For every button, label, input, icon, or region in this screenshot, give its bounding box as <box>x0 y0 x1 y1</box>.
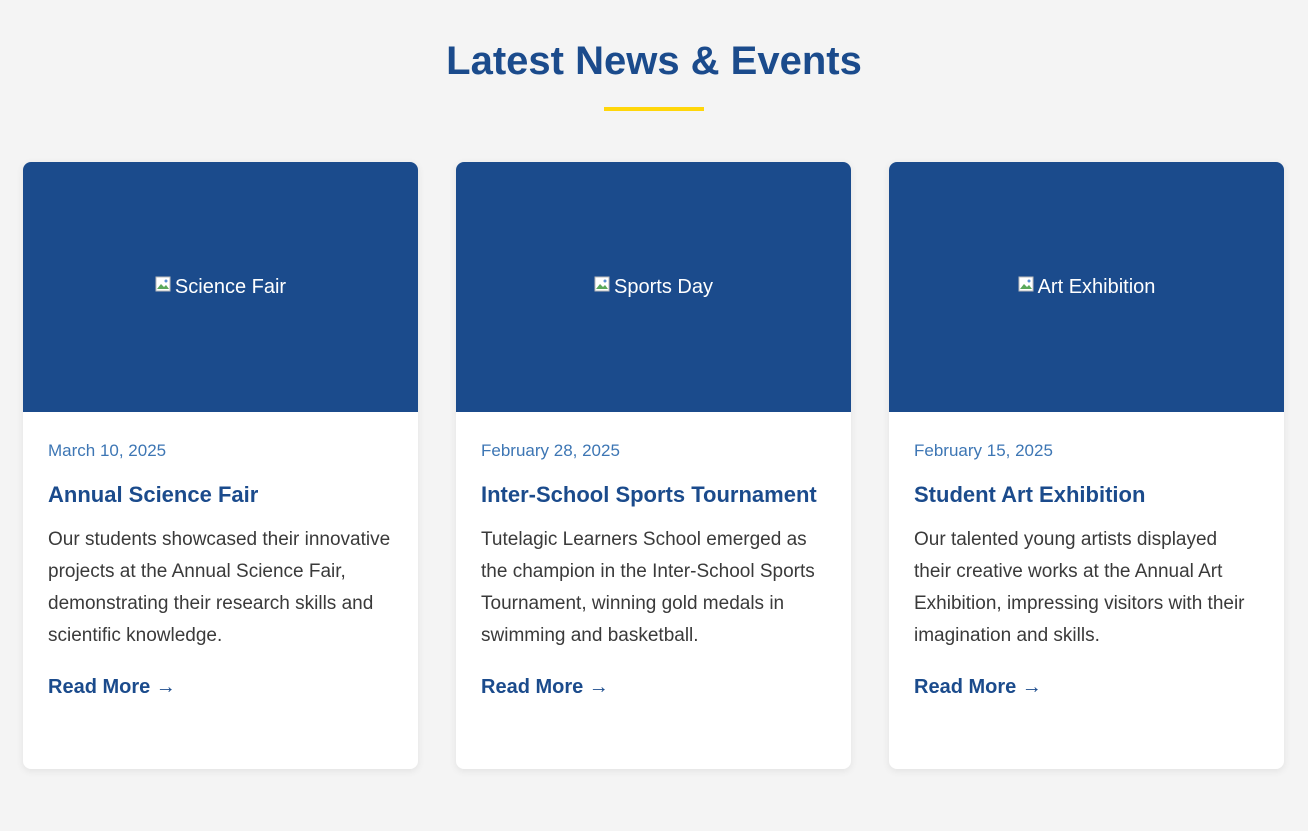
read-more-link[interactable]: Read More → <box>481 674 609 700</box>
card-title[interactable]: Student Art Exhibition <box>914 476 1259 514</box>
card-image: Science Fair <box>23 162 418 412</box>
news-card: Sports Day February 28, 2025 Inter-Schoo… <box>456 162 851 769</box>
card-description: Our students showcased their innovative … <box>48 529 391 646</box>
card-description: Our talented young artists displayed the… <box>914 529 1245 646</box>
card-image: Sports Day <box>456 162 851 412</box>
card-date: February 15, 2025 <box>914 441 1053 460</box>
image-alt-text: Science Fair <box>174 275 287 298</box>
card-image: Art Exhibition <box>889 162 1284 412</box>
card-title[interactable]: Inter-School Sports Tournament <box>481 476 826 514</box>
section-title: Latest News & Events <box>446 39 862 83</box>
news-events-section: Latest News & Events Science Fair March … <box>0 0 1308 831</box>
card-date: March 10, 2025 <box>48 441 167 460</box>
card-title[interactable]: Annual Science Fair <box>48 476 393 514</box>
broken-image-icon <box>594 276 610 292</box>
image-alt-text: Art Exhibition <box>1037 275 1156 298</box>
broken-image-icon <box>1018 276 1034 292</box>
read-more-link[interactable]: Read More → <box>48 674 176 700</box>
news-card: Art Exhibition February 15, 2025 Student… <box>889 162 1284 769</box>
image-alt-text: Sports Day <box>614 275 713 298</box>
title-underline <box>604 107 704 111</box>
news-card: Science Fair March 10, 2025 Annual Scien… <box>23 162 418 769</box>
card-description: Tutelagic Learners School emerged as the… <box>481 529 815 646</box>
broken-image-icon <box>155 276 171 292</box>
read-more-link[interactable]: Read More → <box>914 674 1042 700</box>
card-date: February 28, 2025 <box>481 441 620 460</box>
